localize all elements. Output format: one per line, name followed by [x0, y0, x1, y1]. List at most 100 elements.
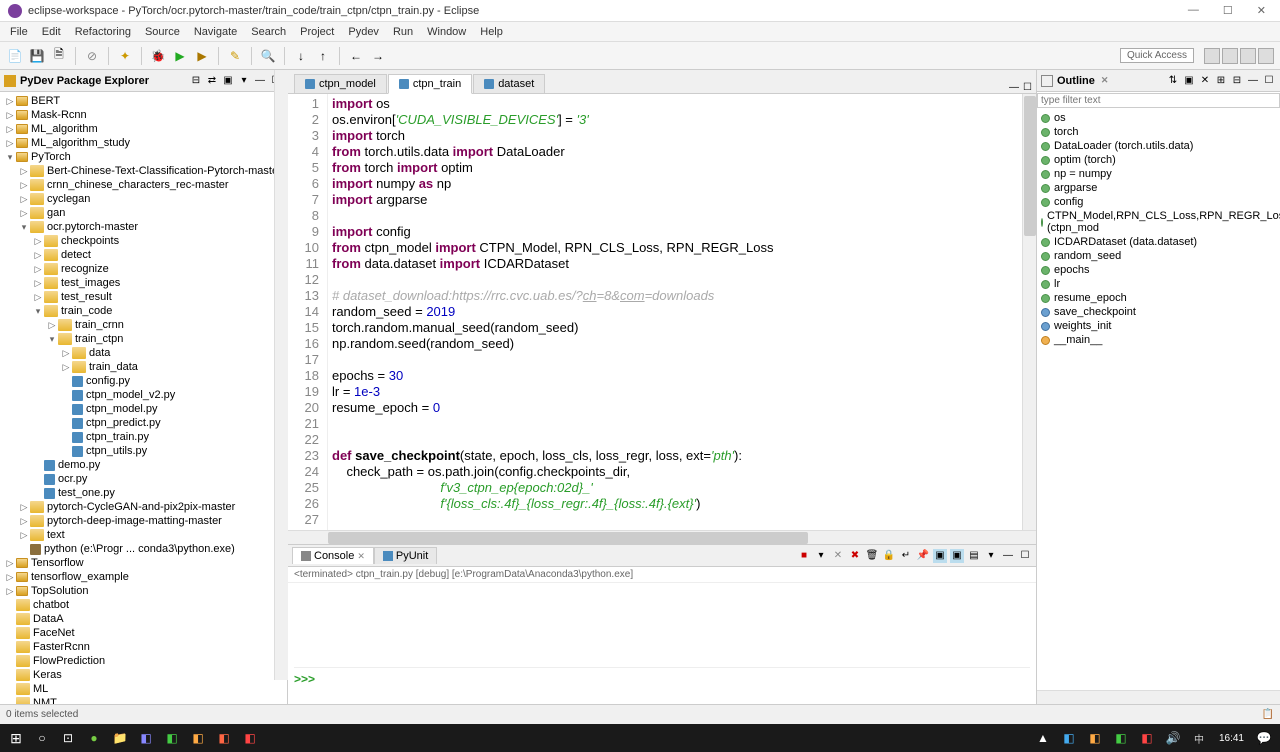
- perspective-java-button[interactable]: [1258, 48, 1274, 64]
- expand-icon[interactable]: ▷: [18, 180, 30, 191]
- save-button[interactable]: 💾: [28, 47, 46, 65]
- expand-icon[interactable]: ▷: [32, 264, 44, 275]
- clear-console-button[interactable]: 🗑: [865, 549, 879, 563]
- outline-menu-button[interactable]: ⊟: [1230, 74, 1244, 88]
- outline-item[interactable]: os: [1037, 111, 1280, 125]
- minimize-view-button[interactable]: —: [253, 74, 267, 88]
- pyunit-tab[interactable]: PyUnit: [374, 547, 437, 564]
- tree-item[interactable]: ▾train_ctpn: [0, 332, 287, 346]
- tree-item[interactable]: ▷gan: [0, 206, 287, 220]
- outline-item[interactable]: weights_init: [1037, 319, 1280, 333]
- tree-item[interactable]: ocr.py: [0, 472, 287, 486]
- code-editor[interactable]: 1234567891011121314151617181920212223242…: [288, 94, 1036, 530]
- tree-item[interactable]: ctpn_utils.py: [0, 444, 287, 458]
- tree-item[interactable]: ▷data: [0, 346, 287, 360]
- new-python-button[interactable]: ✎: [226, 47, 244, 65]
- scroll-lock-button[interactable]: 🔒: [882, 549, 896, 563]
- taskbar-app[interactable]: ◧: [186, 726, 210, 750]
- outline-item[interactable]: DataLoader (torch.utils.data): [1037, 139, 1280, 153]
- hide-static-button[interactable]: ✕: [1198, 74, 1212, 88]
- taskbar-app[interactable]: 📁: [108, 726, 132, 750]
- new-console-button[interactable]: ▤: [967, 549, 981, 563]
- forward-button[interactable]: →: [369, 47, 387, 65]
- debug-button[interactable]: 🐞: [149, 47, 167, 65]
- expand-icon[interactable]: ▷: [32, 236, 44, 247]
- expand-icon[interactable]: ▷: [18, 208, 30, 219]
- outline-hscrollbar[interactable]: [1037, 690, 1280, 704]
- editor-tab-dataset[interactable]: dataset: [473, 74, 545, 93]
- menu-project[interactable]: Project: [294, 24, 340, 40]
- coverage-button[interactable]: ▶: [193, 47, 211, 65]
- expand-icon[interactable]: ▾: [4, 152, 16, 163]
- taskbar-app[interactable]: ◧: [238, 726, 262, 750]
- tree-item[interactable]: ▷tensorflow_example: [0, 570, 287, 584]
- task-view-button[interactable]: ⊡: [56, 726, 80, 750]
- tree-item[interactable]: ML: [0, 682, 287, 696]
- tree-item[interactable]: ▷ML_algorithm: [0, 122, 287, 136]
- tree-item[interactable]: FaceNet: [0, 626, 287, 640]
- tray-icon[interactable]: ▲: [1031, 726, 1055, 750]
- quick-access-input[interactable]: Quick Access: [1120, 48, 1194, 63]
- menu-refactoring[interactable]: Refactoring: [69, 24, 137, 40]
- minimize-editor-button[interactable]: —: [1009, 82, 1019, 93]
- outline-item[interactable]: torch: [1037, 125, 1280, 139]
- expand-icon[interactable]: ▾: [46, 334, 58, 345]
- sort-button[interactable]: ⇅: [1166, 74, 1180, 88]
- outline-item[interactable]: epochs: [1037, 263, 1280, 277]
- tree-item[interactable]: ▷cyclegan: [0, 192, 287, 206]
- remove-launch-button[interactable]: ✕: [831, 549, 845, 563]
- perspective-debug-button[interactable]: [1240, 48, 1256, 64]
- taskbar-app[interactable]: ◧: [160, 726, 184, 750]
- editor-tab-ctpn_model[interactable]: ctpn_model: [294, 74, 387, 93]
- display-button[interactable]: ▣: [933, 549, 947, 563]
- tree-item[interactable]: ▷Mask-Rcnn: [0, 108, 287, 122]
- tree-item[interactable]: chatbot: [0, 598, 287, 612]
- expand-icon[interactable]: ▷: [4, 96, 16, 107]
- tree-item[interactable]: demo.py: [0, 458, 287, 472]
- tree-item[interactable]: config.py: [0, 374, 287, 388]
- tree-item[interactable]: ▷crnn_chinese_characters_rec-master: [0, 178, 287, 192]
- tree-item[interactable]: ▷BERT: [0, 94, 287, 108]
- package-tree[interactable]: ▷BERT▷Mask-Rcnn▷ML_algorithm▷ML_algorith…: [0, 92, 287, 704]
- tree-item[interactable]: ▷pytorch-CycleGAN-and-pix2pix-master: [0, 500, 287, 514]
- notification-button[interactable]: 💬: [1252, 726, 1276, 750]
- tree-item[interactable]: ctpn_model.py: [0, 402, 287, 416]
- taskbar-app[interactable]: ◧: [134, 726, 158, 750]
- minimize-outline-button[interactable]: —: [1246, 74, 1260, 88]
- taskbar-clock[interactable]: 16:41: [1213, 733, 1250, 744]
- prev-annotation-button[interactable]: ↑: [314, 47, 332, 65]
- menu-edit[interactable]: Edit: [36, 24, 67, 40]
- remove-all-button[interactable]: ✖: [848, 549, 862, 563]
- focus-outline-button[interactable]: ⊞: [1214, 74, 1228, 88]
- menu-help[interactable]: Help: [474, 24, 509, 40]
- tree-item[interactable]: ▷train_crnn: [0, 318, 287, 332]
- outline-item[interactable]: lr: [1037, 277, 1280, 291]
- tray-icon[interactable]: ◧: [1057, 726, 1081, 750]
- skip-breakpoints-button[interactable]: ⊘: [83, 47, 101, 65]
- outline-item[interactable]: optim (torch): [1037, 153, 1280, 167]
- taskbar-app[interactable]: ●: [82, 726, 106, 750]
- minimize-console-button[interactable]: —: [1001, 549, 1015, 563]
- tree-item[interactable]: ▷checkpoints: [0, 234, 287, 248]
- menu-navigate[interactable]: Navigate: [188, 24, 243, 40]
- expand-icon[interactable]: ▷: [18, 502, 30, 513]
- expand-icon[interactable]: ▷: [4, 138, 16, 149]
- editor-vscrollbar[interactable]: [1022, 94, 1036, 530]
- menu-window[interactable]: Window: [421, 24, 472, 40]
- outline-item[interactable]: CTPN_Model,RPN_CLS_Loss,RPN_REGR_Loss (c…: [1037, 209, 1280, 235]
- close-button[interactable]: ✕: [1251, 2, 1272, 19]
- maximize-outline-button[interactable]: ☐: [1262, 74, 1276, 88]
- expand-icon[interactable]: ▾: [32, 306, 44, 317]
- outline-item[interactable]: save_checkpoint: [1037, 305, 1280, 319]
- expand-icon[interactable]: ▷: [60, 348, 72, 359]
- tray-icon[interactable]: 🔊: [1161, 726, 1185, 750]
- console-output[interactable]: >>>: [288, 583, 1036, 704]
- menu-source[interactable]: Source: [139, 24, 186, 40]
- expand-icon[interactable]: ▷: [46, 320, 58, 331]
- close-outline-icon[interactable]: ✕: [1101, 75, 1109, 86]
- tree-item[interactable]: ▾ocr.pytorch-master: [0, 220, 287, 234]
- terminate-dropdown[interactable]: ▾: [814, 549, 828, 563]
- tree-item[interactable]: ctpn_model_v2.py: [0, 388, 287, 402]
- tree-item[interactable]: NMT: [0, 696, 287, 704]
- expand-icon[interactable]: ▷: [32, 250, 44, 261]
